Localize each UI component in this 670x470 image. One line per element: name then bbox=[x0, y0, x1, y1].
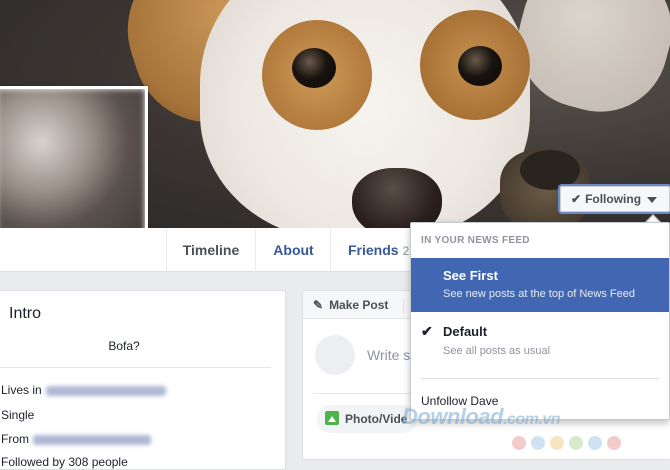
make-post-tab[interactable]: ✎ Make Post bbox=[313, 298, 388, 312]
following-label: Following bbox=[585, 192, 642, 206]
dropdown-section-label: IN YOUR NEWS FEED bbox=[421, 235, 530, 246]
watermark-dot bbox=[569, 436, 583, 450]
watermark-dot bbox=[550, 436, 564, 450]
default-title: Default bbox=[443, 324, 488, 339]
dog-nose bbox=[352, 168, 442, 228]
intro-lives-in: Lives in bbox=[1, 383, 166, 397]
default-subtitle: See all posts as usual bbox=[443, 345, 551, 357]
watermark-dot bbox=[512, 436, 526, 450]
intro-divider bbox=[0, 367, 271, 368]
check-icon: ✔ bbox=[571, 192, 582, 206]
tab-timeline[interactable]: Timeline bbox=[166, 228, 256, 272]
watermark-suffix: .com.vn bbox=[503, 411, 561, 428]
tab-about-label: About bbox=[273, 242, 314, 258]
see-first-subtitle: See new posts at the top of News Feed bbox=[443, 288, 636, 300]
watermark-dot bbox=[588, 436, 602, 450]
tab-timeline-label: Timeline bbox=[182, 242, 240, 258]
pencil-icon: ✎ bbox=[313, 298, 324, 312]
intro-from: From bbox=[1, 432, 151, 446]
watermark-dot bbox=[607, 436, 621, 450]
composer-separator bbox=[403, 299, 404, 313]
profile-picture-image bbox=[0, 89, 145, 241]
friends-count: 2 bbox=[402, 244, 410, 258]
dog-eye-right bbox=[458, 46, 502, 86]
check-icon: ✔ bbox=[421, 323, 433, 339]
caret-down-icon bbox=[647, 196, 658, 203]
intro-bio: Bofa? bbox=[108, 339, 140, 353]
intro-relationship-label: Single bbox=[1, 408, 35, 422]
dropdown-divider bbox=[421, 378, 659, 379]
intro-from-label: From bbox=[1, 432, 29, 446]
intro-followers: Followed by 308 people bbox=[1, 455, 128, 469]
photo-video-label: Photo/Vide bbox=[345, 412, 408, 426]
composer-avatar bbox=[315, 335, 355, 375]
dog-eye-left bbox=[292, 48, 336, 88]
see-first-title: See First bbox=[443, 268, 498, 283]
tab-friends-label: Friends bbox=[348, 242, 399, 258]
intro-card: Intro Bofa? Lives in Single From Followe… bbox=[0, 290, 286, 470]
make-post-label: Make Post bbox=[329, 298, 389, 312]
dog-toy-dark bbox=[520, 150, 580, 190]
following-dropdown: IN YOUR NEWS FEED See First See new post… bbox=[410, 222, 670, 420]
intro-relationship: Single bbox=[1, 408, 34, 422]
blurred-hometown[interactable] bbox=[33, 434, 151, 445]
menu-item-see-first[interactable]: See First See new posts at the top of Ne… bbox=[411, 258, 669, 312]
photo-icon bbox=[325, 411, 339, 425]
download-watermark: Download.com.vn bbox=[402, 404, 561, 430]
intro-followers-label: Followed by 308 people bbox=[1, 455, 128, 469]
intro-lives-in-label: Lives in bbox=[1, 383, 42, 397]
tab-friends[interactable]: Friends 2 bbox=[348, 228, 409, 272]
composer-input[interactable]: Write s bbox=[367, 347, 410, 363]
watermark-dot bbox=[531, 436, 545, 450]
intro-title: Intro bbox=[9, 305, 42, 322]
blurred-location[interactable] bbox=[45, 385, 166, 396]
following-button[interactable]: ✔ Following bbox=[560, 186, 670, 212]
watermark-dots bbox=[512, 436, 626, 452]
tab-about[interactable]: About bbox=[257, 228, 331, 272]
menu-item-default[interactable]: ✔ Default See all posts as usual bbox=[411, 314, 669, 368]
watermark-text: Download bbox=[402, 404, 504, 429]
profile-picture[interactable] bbox=[0, 86, 148, 244]
